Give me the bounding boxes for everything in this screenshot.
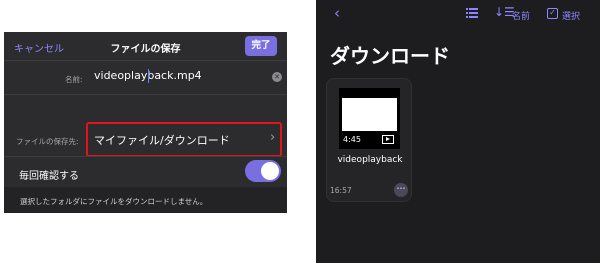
file-time: 16:57 bbox=[330, 186, 352, 195]
sort-button[interactable]: 名前 bbox=[512, 9, 530, 22]
page-title: ダウンロード bbox=[330, 44, 450, 68]
select-button[interactable]: 選択 bbox=[562, 9, 580, 22]
footer-note: 選択したフォルダにファイルをダウンロードしません。 bbox=[20, 197, 208, 206]
downloads-browser: ‹ ↓☰ 名前 ✓ 選択 ダウンロード 4:45 videoplayback 1… bbox=[316, 0, 600, 263]
text-cursor bbox=[148, 69, 149, 83]
video-icon bbox=[382, 135, 394, 144]
highlight-box bbox=[86, 122, 282, 157]
more-options-icon[interactable]: ··· bbox=[394, 183, 408, 197]
thumbnail-image bbox=[342, 98, 397, 131]
dialog-footer: 選択したフォルダにファイルをダウンロードしません。 bbox=[4, 187, 287, 213]
chevron-left-icon[interactable]: ‹ bbox=[334, 4, 340, 22]
name-label: 名前: bbox=[65, 75, 83, 84]
video-duration: 4:45 bbox=[343, 135, 361, 144]
dialog-header: キャンセル ファイルの保存 完了 bbox=[4, 32, 287, 60]
always-confirm-toggle[interactable] bbox=[245, 160, 281, 182]
file-card[interactable]: 4:45 videoplayback 16:57 ··· bbox=[326, 78, 412, 202]
divider bbox=[4, 156, 287, 157]
checkbox-icon[interactable]: ✓ bbox=[547, 8, 558, 19]
save-location-label: ファイルの保存先: bbox=[16, 137, 79, 146]
file-name: videoplayback bbox=[337, 155, 403, 165]
clear-text-icon[interactable]: ✕ bbox=[272, 72, 282, 82]
divider bbox=[4, 60, 287, 61]
left-panel: キャンセル ファイルの保存 完了 名前: videoplayback.mp4 ✕… bbox=[0, 0, 316, 263]
divider bbox=[4, 94, 287, 95]
save-file-dialog: キャンセル ファイルの保存 完了 名前: videoplayback.mp4 ✕… bbox=[4, 32, 287, 213]
done-button[interactable]: 完了 bbox=[245, 36, 277, 56]
toggle-knob bbox=[261, 162, 279, 180]
list-view-icon[interactable] bbox=[466, 8, 478, 18]
always-confirm-label: 毎回確認する bbox=[19, 171, 79, 182]
video-thumbnail: 4:45 bbox=[339, 88, 400, 149]
